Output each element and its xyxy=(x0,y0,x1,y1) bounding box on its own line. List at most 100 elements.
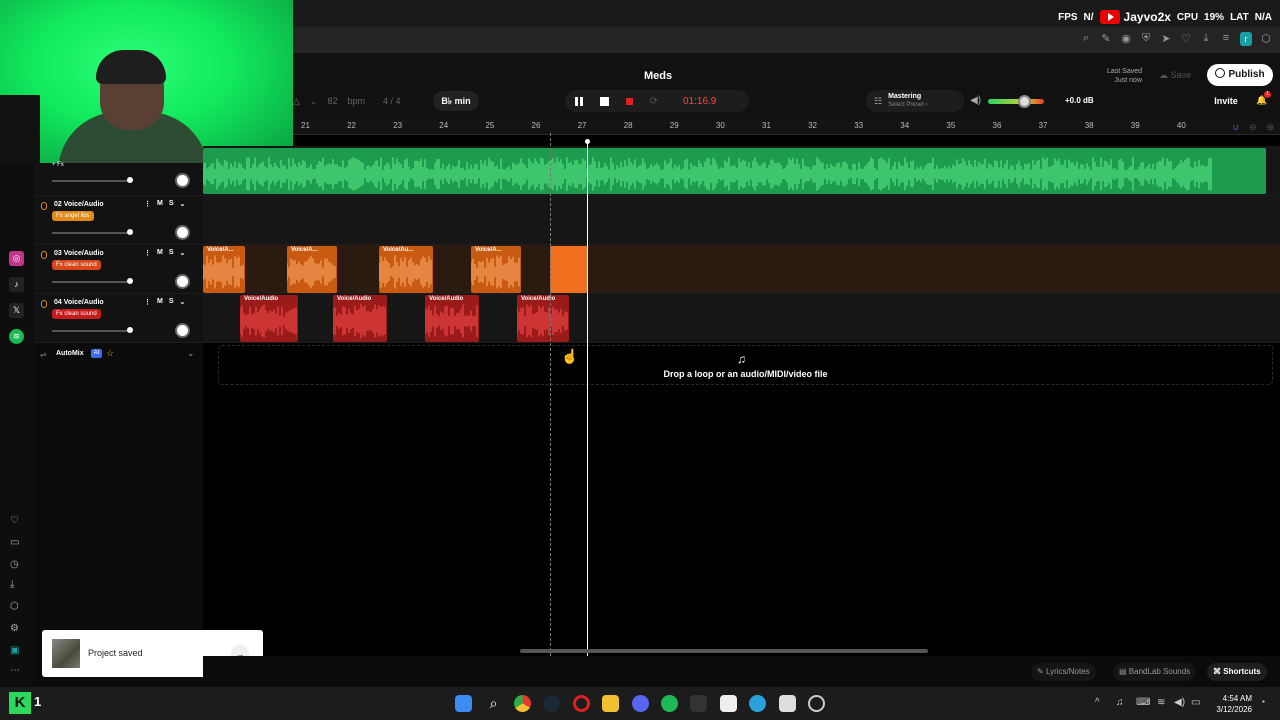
track-volume-fader[interactable] xyxy=(52,330,130,332)
zoom-in-icon[interactable]: ⊕ xyxy=(1266,122,1274,133)
x-icon[interactable]: 𝕏 xyxy=(9,303,24,318)
mute-button[interactable]: M xyxy=(157,298,163,306)
publish-button[interactable]: Publish xyxy=(1207,64,1273,86)
download-icon[interactable]: ⤓ xyxy=(10,579,14,590)
solo-button[interactable]: S xyxy=(169,200,174,208)
track-volume-knob[interactable] xyxy=(127,177,133,183)
track-name[interactable]: 02 Voice/Audio xyxy=(54,201,104,208)
instagram-icon[interactable]: ◎ xyxy=(9,251,24,266)
track-fx-add[interactable]: + Fx xyxy=(52,162,64,168)
track-header-01[interactable]: + Fx xyxy=(34,162,203,196)
file-explorer-icon[interactable] xyxy=(602,695,619,712)
automix-row[interactable]: ⇌ AutoMix AI ☆ ⌄ xyxy=(34,346,203,364)
shortcuts-button[interactable]: ⌘ Shortcuts xyxy=(1207,663,1267,681)
zoom-out-icon[interactable]: ⊖ xyxy=(1249,122,1257,133)
obs-icon[interactable] xyxy=(808,695,825,712)
chrome-icon[interactable] xyxy=(514,695,531,712)
discord-icon[interactable] xyxy=(632,695,649,712)
solo-button[interactable]: S xyxy=(169,249,174,257)
more-vertical-icon[interactable]: ⋮ xyxy=(144,249,151,257)
battery-icon[interactable]: ▭ xyxy=(1191,697,1200,708)
stop-button[interactable] xyxy=(598,95,610,107)
track-name[interactable]: 03 Voice/Audio xyxy=(54,250,104,257)
master-volume-slider[interactable] xyxy=(988,99,1044,104)
more-icon[interactable]: ⋯ xyxy=(10,665,20,676)
search-icon[interactable]: ⌕ xyxy=(485,695,502,712)
audio-clip-red[interactable]: Voice/Audio xyxy=(240,295,298,342)
camera-icon[interactable]: ◉ xyxy=(1120,32,1132,46)
history-icon[interactable]: ◷ xyxy=(10,559,19,570)
chevron-down-icon[interactable]: ⌄ xyxy=(310,96,318,107)
key-selector[interactable]: B♭ min xyxy=(433,91,479,111)
keyboard-icon[interactable]: ⌨ xyxy=(1136,697,1150,708)
track-header-02[interactable]: 02 Voice/Audio ⋮ M S ⌄ Fx angel libs xyxy=(34,196,203,245)
solo-button[interactable]: S xyxy=(169,298,174,306)
audio-clip-orange[interactable]: Voice/A... xyxy=(203,246,245,293)
zoom-icon[interactable]: ⌕ xyxy=(1080,32,1092,46)
mastering-button[interactable]: ☷ Mastering Select Preset › xyxy=(866,90,964,112)
send-icon[interactable]: ➤ xyxy=(1160,32,1172,46)
chevron-up-icon[interactable]: ^ xyxy=(1095,697,1100,708)
project-title[interactable]: Meds xyxy=(644,70,672,82)
track-lane-01[interactable] xyxy=(203,146,1280,196)
chevron-down-icon[interactable]: ⌄ xyxy=(180,200,186,208)
steam-icon[interactable] xyxy=(543,695,560,712)
shield-icon[interactable]: ⛨ xyxy=(1140,32,1152,46)
speaker-icon[interactable]: ◀) xyxy=(970,95,981,106)
fx-badge[interactable]: Fx clean sound xyxy=(52,260,101,270)
settings-gear-icon[interactable]: ⚙ xyxy=(10,623,19,634)
mute-button[interactable]: M xyxy=(157,200,163,208)
track-pan-knob[interactable] xyxy=(175,323,190,338)
cube-icon[interactable]: ⬡ xyxy=(1260,32,1272,46)
track-volume-knob[interactable] xyxy=(127,327,133,333)
horizontal-scrollbar[interactable] xyxy=(520,649,928,653)
spotify-icon[interactable] xyxy=(661,695,678,712)
track-pan-knob[interactable] xyxy=(175,173,190,188)
bpm-value[interactable]: 82 xyxy=(327,96,337,106)
drop-zone[interactable]: ♫ Drop a loop or an audio/MIDI/video fil… xyxy=(218,345,1273,385)
volume-icon[interactable]: ◀) xyxy=(1174,697,1185,708)
sidebar-toggle-icon[interactable]: ▣ xyxy=(10,645,19,656)
microphone-icon[interactable] xyxy=(41,300,47,308)
audio-clip-orange[interactable]: Voice/A... xyxy=(471,246,521,293)
track-lane-03[interactable]: Voice/A... Voice/A... Voice/Au... Voice/A..… xyxy=(203,245,1280,294)
capcut-icon[interactable] xyxy=(779,695,796,712)
track-name[interactable]: 04 Voice/Audio xyxy=(54,299,104,306)
wifi-icon[interactable]: ≋ xyxy=(1157,697,1165,708)
audio-clip-orange[interactable]: Voice/A... xyxy=(287,246,337,293)
track-pan-knob[interactable] xyxy=(175,225,190,240)
fx-badge[interactable]: Fx clean sound xyxy=(52,309,101,319)
track-volume-fader[interactable] xyxy=(52,281,130,283)
time-signature[interactable]: 4 / 4 xyxy=(383,96,401,106)
record-button[interactable] xyxy=(623,95,635,107)
menu-icon[interactable]: ≡ xyxy=(1220,32,1232,46)
track-volume-knob[interactable] xyxy=(127,278,133,284)
bandlab-sounds-button[interactable]: ▤ BandLab Sounds xyxy=(1113,663,1197,681)
favorite-icon[interactable]: ♡ xyxy=(10,515,19,526)
chevron-down-icon[interactable]: ⌄ xyxy=(180,249,186,257)
notification-center-icon[interactable]: ▪ xyxy=(1262,697,1265,706)
audio-clip-red[interactable]: Voice/Audio xyxy=(517,295,569,342)
save-button[interactable]: ☁ Save xyxy=(1152,66,1198,84)
pause-button[interactable] xyxy=(573,95,585,107)
chevron-down-icon[interactable]: ⌄ xyxy=(187,348,195,359)
chat-icon[interactable]: ▭ xyxy=(10,537,19,548)
notifications-bell-icon[interactable]: 1 xyxy=(1256,91,1271,106)
heart-icon[interactable]: ♡ xyxy=(1180,32,1192,46)
mute-button[interactable]: M xyxy=(157,249,163,257)
track-volume-fader[interactable] xyxy=(52,232,130,234)
track-pan-knob[interactable] xyxy=(175,274,190,289)
track-lane-04[interactable]: Voice/Audio Voice/Audio Voice/Audio Voice/A… xyxy=(203,294,1280,343)
playhead[interactable] xyxy=(587,140,588,656)
opera-icon[interactable] xyxy=(573,695,590,712)
playhead-handle[interactable] xyxy=(585,139,590,144)
recording-clip[interactable] xyxy=(550,246,588,293)
track-volume-knob[interactable] xyxy=(127,229,133,235)
microphone-icon[interactable]: ♫ xyxy=(1116,697,1124,708)
system-clock[interactable]: 4:54 AM 3/12/2026 xyxy=(1208,693,1252,715)
telegram-icon[interactable] xyxy=(749,695,766,712)
loop-button[interactable]: ⟳ xyxy=(648,95,660,107)
spotify-icon[interactable]: ≋ xyxy=(9,329,24,344)
audio-clip-orange[interactable]: Voice/Au... xyxy=(379,246,433,293)
edit-icon[interactable]: ✎ xyxy=(1100,32,1112,46)
